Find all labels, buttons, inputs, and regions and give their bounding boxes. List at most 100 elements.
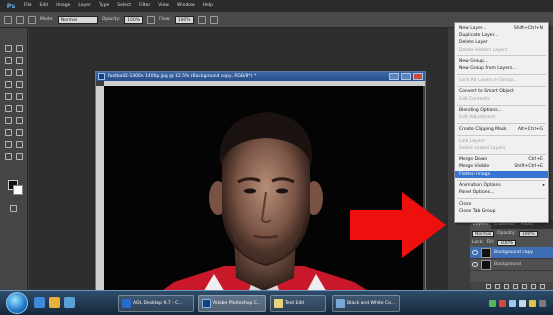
mode-select[interactable]: Normal — [57, 15, 98, 24]
menu-item-edit-contents: Edit Contents — [455, 96, 548, 103]
type-tool-icon[interactable] — [15, 128, 24, 137]
menu-item-label: Merge Down — [459, 157, 488, 163]
opacity-label: Opacity: — [101, 17, 121, 22]
dodge-tool-icon[interactable] — [15, 116, 24, 125]
pressure-opacity-icon[interactable] — [147, 15, 156, 24]
brush-icon[interactable] — [4, 15, 12, 24]
fx-icon[interactable] — [495, 283, 500, 289]
tray-flag-icon[interactable] — [529, 300, 536, 307]
menu-item-new-group-from-layers[interactable]: New Group from Layers... — [455, 65, 548, 72]
menu-item-merge-down[interactable]: Merge Down Ctrl+E — [455, 156, 548, 163]
menu-type[interactable]: Type — [95, 0, 113, 12]
new-layer-icon[interactable] — [531, 283, 536, 289]
brush-panel-icon[interactable] — [28, 15, 36, 24]
menu-window[interactable]: Window — [173, 0, 199, 12]
opacity-input[interactable]: 100% — [124, 15, 144, 24]
new-group-icon[interactable] — [522, 283, 527, 289]
background-color-swatch[interactable] — [13, 185, 23, 195]
menu-item-close[interactable]: Close — [455, 201, 548, 208]
eraser-tool-icon[interactable] — [4, 104, 13, 113]
history-brush-tool-icon[interactable] — [15, 92, 24, 101]
menu-item-label: New Group from Layers... — [459, 66, 517, 72]
menu-item-new-group[interactable]: New Group... — [455, 58, 548, 65]
zoom-tool-icon[interactable] — [15, 152, 24, 161]
gradient-tool-icon[interactable] — [15, 104, 24, 113]
eye-icon[interactable] — [472, 250, 478, 255]
layer-row-background[interactable]: Background — [470, 259, 553, 271]
close-icon[interactable] — [413, 73, 423, 80]
blur-tool-icon[interactable] — [4, 116, 13, 125]
quick-mask-icon[interactable] — [9, 204, 18, 213]
volume-icon[interactable] — [519, 300, 526, 307]
brush-tool-icon[interactable] — [15, 80, 24, 89]
healing-brush-tool-icon[interactable] — [4, 80, 13, 89]
menu-layer[interactable]: Layer — [74, 0, 95, 12]
menu-item-duplicate-layer[interactable]: Duplicate Layer... — [455, 32, 548, 39]
start-orb-icon[interactable] — [6, 292, 28, 314]
task-text-edit[interactable]: Text Edit — [270, 295, 326, 312]
media-player-icon[interactable] — [64, 297, 75, 308]
tray-app-icon[interactable] — [489, 300, 496, 307]
tools-panel — [0, 28, 28, 290]
blend-mode-select[interactable]: Normal — [472, 230, 495, 237]
lasso-tool-icon[interactable] — [4, 56, 13, 65]
layer-opacity-input[interactable]: 100% — [518, 230, 538, 237]
menu-item-merge-visible[interactable]: Merge Visible Shift+Ctrl+E — [455, 163, 548, 170]
task-photoshop[interactable]: Adobe Photoshop C... — [198, 295, 266, 312]
path-select-tool-icon[interactable] — [4, 140, 13, 149]
airbrush-icon[interactable] — [197, 15, 206, 24]
adjustment-layer-icon[interactable] — [513, 283, 518, 289]
menu-item-label: Animation Options — [459, 183, 501, 189]
menu-item-flatten-image[interactable]: Flatten Image — [455, 170, 548, 178]
maximize-icon[interactable] — [401, 73, 411, 80]
eyedropper-tool-icon[interactable] — [15, 68, 24, 77]
menu-item-new-layer[interactable]: New Layer... Shift+Ctrl+N — [455, 25, 548, 32]
eye-icon[interactable] — [472, 262, 478, 267]
move-tool-icon[interactable] — [4, 44, 13, 53]
layers-panel-menu: New Layer... Shift+Ctrl+N Duplicate Layer.… — [454, 22, 549, 223]
marquee-tool-icon[interactable] — [15, 44, 24, 53]
layer-row-background-copy[interactable]: Background copy — [470, 247, 553, 259]
menu-help[interactable]: Help — [199, 0, 217, 12]
menu-view[interactable]: View — [154, 0, 173, 12]
pressure-size-icon[interactable] — [209, 15, 218, 24]
vertical-ruler[interactable] — [96, 86, 104, 303]
menu-select[interactable]: Select — [113, 0, 135, 12]
menu-filter[interactable]: Filter — [135, 0, 154, 12]
menu-item-close-tab-group[interactable]: Close Tab Group — [455, 208, 548, 215]
clone-stamp-tool-icon[interactable] — [4, 92, 13, 101]
internet-explorer-icon[interactable] — [34, 297, 45, 308]
task-aol-desktop[interactable]: AOL Desktop 9.7 - C... — [118, 295, 194, 312]
menu-file[interactable]: File — [20, 0, 36, 12]
trash-icon[interactable] — [540, 283, 545, 289]
tray-security-icon[interactable] — [499, 300, 506, 307]
network-icon[interactable] — [509, 300, 516, 307]
ps-logo-icon[interactable]: Ps — [2, 1, 20, 12]
hand-tool-icon[interactable] — [4, 152, 13, 161]
pen-tool-icon[interactable] — [4, 128, 13, 137]
layer-thumbnail — [481, 259, 491, 270]
quick-select-tool-icon[interactable] — [15, 56, 24, 65]
menu-item-blending-options[interactable]: Blending Options... — [455, 107, 548, 114]
fill-input[interactable]: 100% — [497, 239, 517, 246]
menu-edit[interactable]: Edit — [36, 0, 53, 12]
shape-tool-icon[interactable] — [15, 140, 24, 149]
show-desktop-icon[interactable] — [539, 300, 546, 307]
menu-image[interactable]: Image — [52, 0, 74, 12]
minimize-icon[interactable] — [389, 73, 399, 80]
crop-tool-icon[interactable] — [4, 68, 13, 77]
task-black-and-white[interactable]: Black and White Co... — [332, 295, 400, 312]
link-layers-icon[interactable] — [486, 283, 491, 289]
menu-item-create-clipping-mask[interactable]: Create Clipping Mask Alt+Ctrl+G — [455, 126, 548, 133]
brush-size-icon[interactable] — [16, 15, 24, 24]
menu-item-panel-options[interactable]: Panel Options... — [455, 189, 548, 196]
menu-item-shortcut: Shift+Ctrl+E — [514, 164, 543, 170]
document-title-bar[interactable]: football2-1400x 1400p.jpg @ 12.5% (Backg… — [96, 72, 425, 81]
menu-item-delete-layer[interactable]: Delete Layer — [455, 39, 548, 46]
menu-item-animation-options[interactable]: Animation Options ▸ — [455, 182, 548, 189]
folder-icon[interactable] — [49, 297, 60, 308]
flow-input[interactable]: 100% — [174, 15, 194, 24]
aol-icon — [122, 299, 131, 308]
menu-item-convert-to-smart-object[interactable]: Convert to Smart Object — [455, 88, 548, 95]
add-mask-icon[interactable] — [504, 283, 509, 289]
